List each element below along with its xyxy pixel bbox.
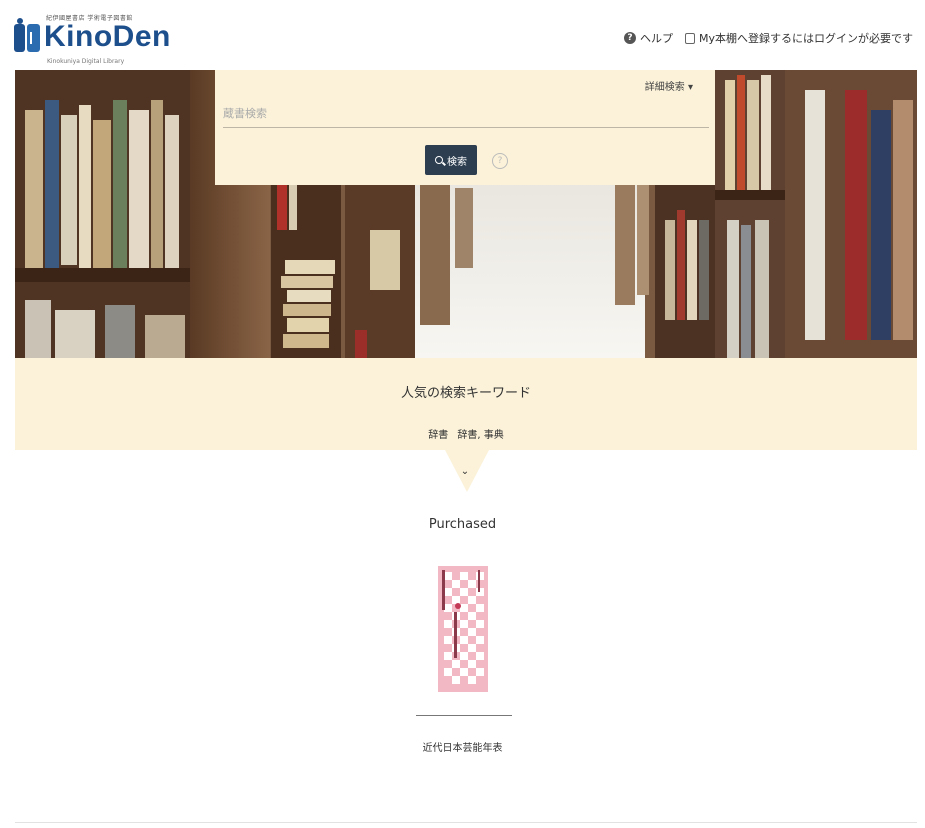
search-button-label: 検索 <box>447 156 467 168</box>
search-help-icon[interactable]: ? <box>492 153 508 169</box>
search-input[interactable] <box>223 100 709 128</box>
book-cover-image <box>434 562 492 696</box>
site-header: 紀伊國屋書店 学術電子図書館 KinoDen Kinokuniya Digita… <box>0 0 925 70</box>
purchased-heading: Purchased <box>428 517 497 532</box>
book-divider <box>416 715 512 716</box>
advanced-search-link[interactable]: 詳細検索 ▾ <box>645 78 693 93</box>
help-link[interactable]: ヘルプ <box>640 30 673 46</box>
popular-keywords-section: 人気の検索キーワード 辞書 辞書, 事典 <box>15 358 917 450</box>
search-panel: 詳細検索 ▾ 検索 ? <box>215 70 715 185</box>
help-icon[interactable]: ? <box>624 32 636 44</box>
popular-keywords-title: 人気の検索キーワード <box>400 386 531 401</box>
logo-name: KinoDen <box>44 20 171 53</box>
keyword-tag[interactable]: 辞書 <box>428 430 448 441</box>
mybook-login-notice[interactable]: My本棚へ登録するにはログインが必要です <box>699 30 913 46</box>
book-cover[interactable] <box>434 562 492 696</box>
keyword-tag[interactable]: 辞書, 事典 <box>457 430 503 441</box>
chevron-down-icon[interactable]: ⌄ <box>458 466 472 477</box>
logo-icon <box>14 18 40 52</box>
search-icon <box>435 156 443 164</box>
header-nav: ? ヘルプ My本棚へ登録するにはログインが必要です <box>624 30 913 46</box>
book-title[interactable]: 近代日本芸能年表 <box>0 739 925 754</box>
logo-subtitle: Kinokuniya Digital Library <box>47 58 125 65</box>
footer-divider <box>15 822 917 823</box>
hero-banner: 詳細検索 ▾ 検索 ? <box>15 70 917 358</box>
bookshelf-icon <box>685 32 695 44</box>
keyword-tags: 辞書 辞書, 事典 <box>15 426 917 441</box>
search-button[interactable]: 検索 <box>425 145 477 175</box>
